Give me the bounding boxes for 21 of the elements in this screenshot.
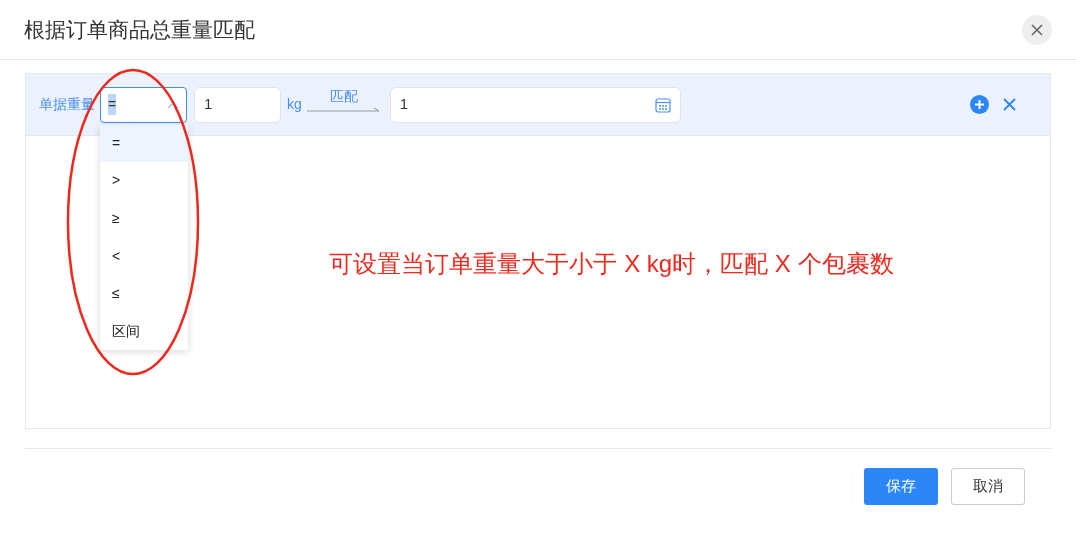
dropdown-option[interactable]: ≥ — [100, 199, 188, 238]
unit-label: kg — [287, 95, 302, 114]
close-icon — [1002, 98, 1016, 111]
operator-select[interactable]: = — [100, 86, 187, 123]
save-button[interactable]: 保存 — [864, 468, 938, 505]
dropdown-option[interactable]: ≤ — [100, 274, 188, 313]
annotation-text: 可设置当订单重量大于小于 X kg时，匹配 X 个包裹数 — [329, 249, 894, 279]
dropdown-option[interactable]: 区间 — [100, 312, 188, 351]
cancel-button[interactable]: 取消 — [951, 468, 1025, 505]
dropdown-option[interactable]: > — [100, 162, 188, 200]
calendar-icon — [654, 96, 671, 113]
weight-input[interactable]: 1 — [194, 86, 281, 123]
dropdown-option[interactable]: < — [100, 237, 188, 275]
close-icon — [1031, 23, 1043, 36]
count-input[interactable]: 1 — [389, 86, 681, 123]
close-button[interactable] — [1022, 14, 1052, 45]
remove-button[interactable] — [1002, 97, 1016, 112]
add-button[interactable] — [970, 95, 989, 114]
dialog-title: 根据订单商品总重量匹配 — [24, 16, 255, 43]
dropdown-option[interactable]: = — [100, 124, 188, 163]
plus-icon — [974, 99, 985, 110]
